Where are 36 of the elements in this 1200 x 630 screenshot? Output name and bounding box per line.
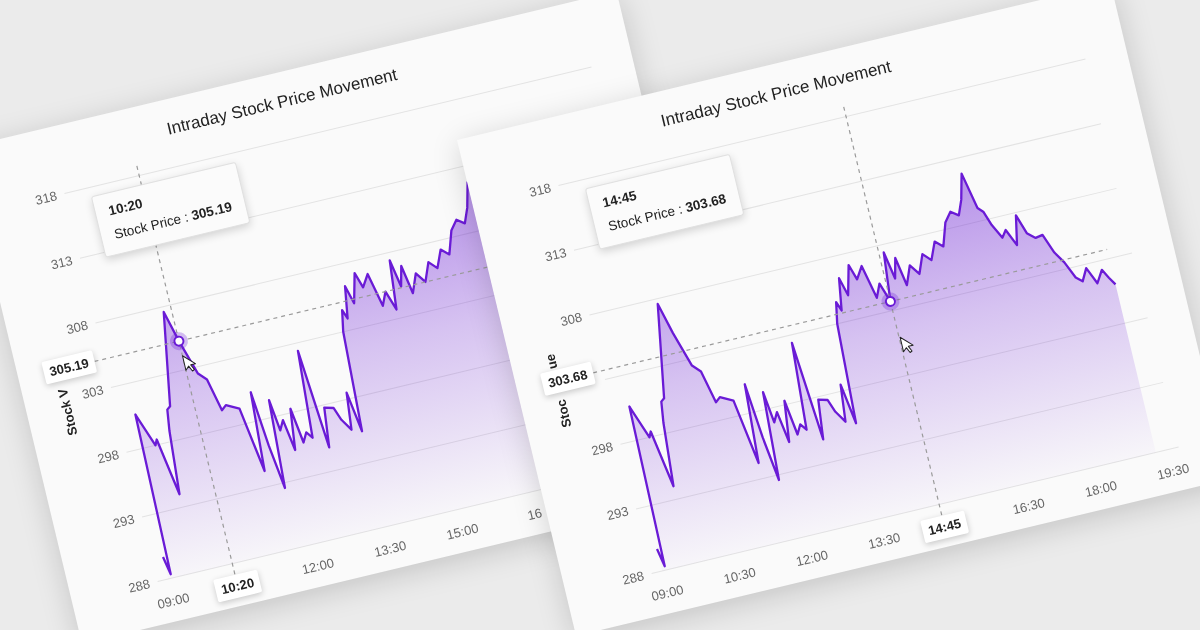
- y-axis-label: 288: [126, 576, 152, 596]
- x-axis-label: 09:00: [649, 581, 685, 604]
- x-axis-label: 18:00: [1083, 477, 1119, 500]
- x-axis-label: 12:00: [300, 555, 336, 578]
- y-axis-label: 318: [33, 188, 59, 208]
- crosshair-value-label: 305.19: [41, 350, 98, 385]
- x-axis-label: 10:30: [721, 563, 757, 587]
- x-axis-label: 13:30: [372, 537, 408, 560]
- crosshair-time-label: 14:45: [919, 509, 969, 543]
- y-axis-label: 298: [589, 438, 615, 458]
- x-axis-label: 16:30: [1010, 494, 1046, 517]
- y-axis-label: 313: [49, 252, 74, 273]
- axis-title: Stock V: [54, 387, 81, 437]
- mouse-pointer-icon: [899, 336, 914, 353]
- y-axis-label: 313: [543, 244, 568, 264]
- y-axis-label: 293: [605, 503, 630, 523]
- tooltip-time: 14:45: [600, 186, 639, 211]
- hover-dot-icon: [169, 332, 188, 351]
- x-axis-label: 09:00: [155, 589, 192, 612]
- x-axis-label: 16: [525, 505, 544, 524]
- axis-title: Stoc: [552, 397, 575, 429]
- y-axis-label: 308: [64, 317, 90, 338]
- crosshair-time-label: 10:20: [213, 569, 263, 603]
- y-axis-label: 303: [80, 382, 105, 402]
- x-axis-label: 13:30: [866, 529, 902, 552]
- x-axis-label: 15:00: [444, 520, 481, 543]
- hover-dot-icon: [881, 292, 900, 310]
- y-axis-label: 318: [527, 179, 553, 200]
- y-axis-label: 308: [558, 309, 584, 329]
- x-axis-label: 19:30: [1155, 459, 1191, 483]
- y-axis-label: 298: [95, 446, 121, 467]
- y-axis-label: 288: [620, 567, 646, 588]
- tooltip-time: 10:20: [107, 194, 146, 220]
- x-axis-label: 12:00: [794, 546, 830, 569]
- mouse-pointer-icon: [181, 355, 196, 372]
- y-axis-label: 293: [111, 511, 137, 532]
